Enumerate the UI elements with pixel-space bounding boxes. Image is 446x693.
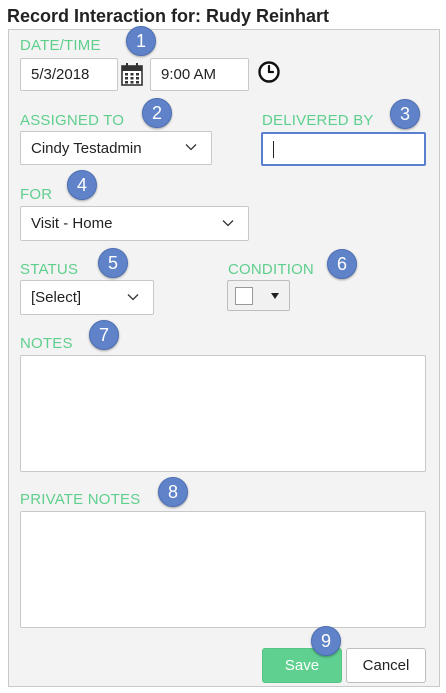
delivered-by-label: DELIVERED BY	[262, 112, 374, 129]
status-label: STATUS	[20, 261, 79, 278]
time-input[interactable]: 9:00 AM	[150, 58, 249, 91]
condition-color-picker[interactable]	[227, 280, 290, 311]
callout-badge: 6	[327, 249, 357, 279]
for-label: FOR	[20, 186, 53, 203]
for-select[interactable]: Visit - Home	[20, 206, 249, 241]
callout-badge: 2	[142, 98, 172, 128]
callout-badge: 5	[98, 248, 128, 278]
condition-label: CONDITION	[228, 261, 314, 278]
private-notes-textarea[interactable]	[20, 511, 426, 628]
notes-label: NOTES	[20, 335, 73, 352]
condition-color-swatch	[235, 287, 253, 305]
date-input[interactable]: 5/3/2018	[20, 58, 118, 91]
callout-badge: 8	[158, 477, 188, 507]
date-value: 5/3/2018	[31, 66, 90, 83]
callout-badge: 3	[390, 99, 420, 129]
status-select[interactable]: [Select]	[20, 280, 154, 315]
chevron-down-icon	[222, 219, 234, 226]
callout-badge: 9	[311, 626, 341, 656]
calendar-icon[interactable]	[121, 62, 143, 86]
notes-textarea[interactable]	[20, 355, 426, 472]
date-time-label: DATE/TIME	[20, 37, 101, 54]
assigned-to-value: Cindy Testadmin	[31, 139, 142, 157]
page-title: Record Interaction for: Rudy Reinhart	[7, 6, 330, 26]
callout-badge: 1	[126, 26, 156, 56]
private-notes-label: PRIVATE NOTES	[20, 491, 141, 508]
delivered-by-input[interactable]	[261, 132, 426, 166]
caret-down-icon	[271, 293, 279, 299]
assigned-to-select[interactable]: Cindy Testadmin	[20, 131, 212, 165]
for-value: Visit - Home	[31, 215, 113, 232]
assigned-to-label: ASSIGNED TO	[20, 112, 125, 129]
status-value: [Select]	[31, 289, 82, 306]
clock-icon[interactable]	[257, 60, 281, 84]
callout-badge: 4	[67, 170, 97, 200]
cancel-button[interactable]: Cancel	[346, 648, 426, 683]
text-cursor	[273, 140, 274, 158]
time-value: 9:00 AM	[161, 66, 217, 83]
chevron-down-icon	[185, 144, 197, 151]
chevron-down-icon	[127, 293, 139, 300]
callout-badge: 7	[89, 320, 119, 350]
